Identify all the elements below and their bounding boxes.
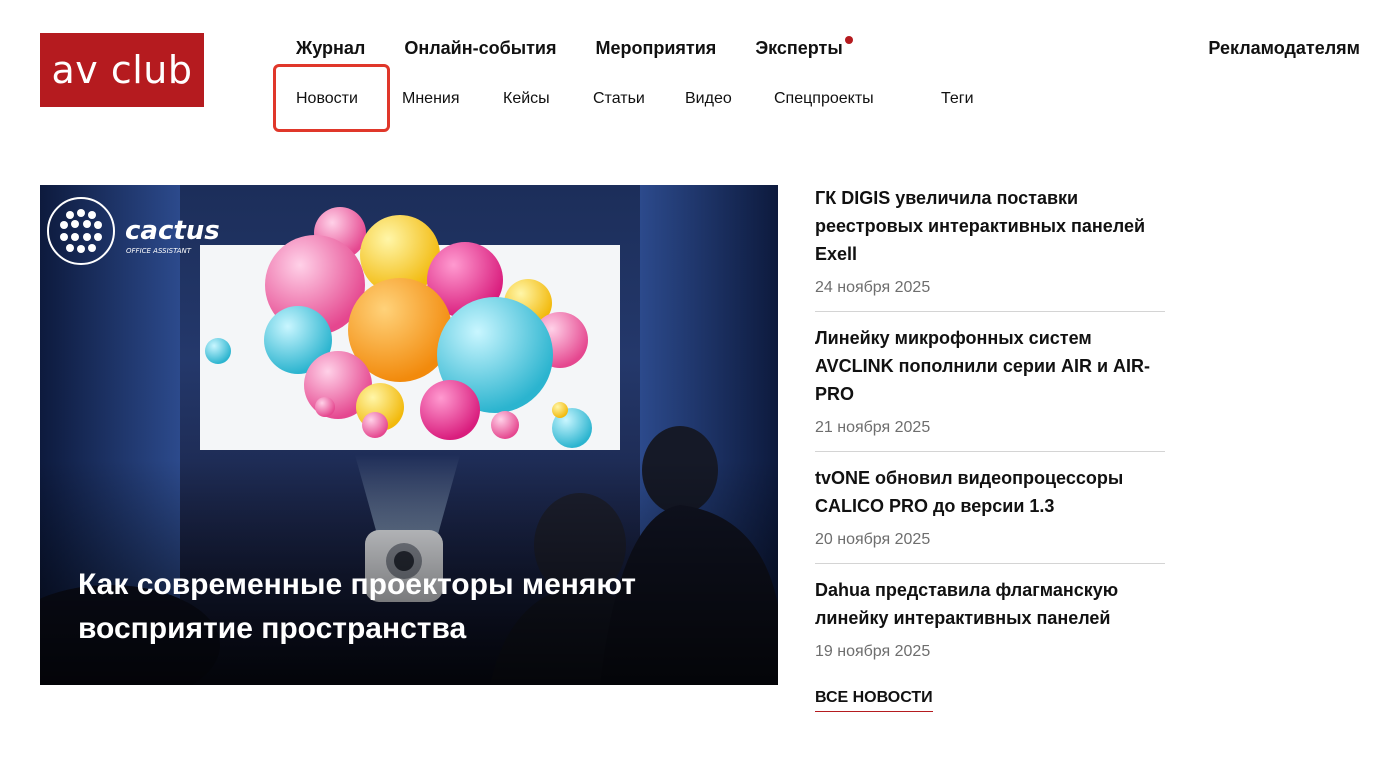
news-item: tvONE обновил видеопроцессоры CALICO PRO… <box>815 464 1165 564</box>
news-title[interactable]: Линейку микрофонных систем AVCLINK попол… <box>815 324 1165 408</box>
nav-journal[interactable]: Журнал <box>296 36 365 60</box>
nav-advertisers[interactable]: Рекламодателям <box>1208 36 1360 60</box>
news-date: 19 ноября 2025 <box>815 643 931 660</box>
news-date: 20 ноября 2025 <box>815 531 931 548</box>
hero-card[interactable]: cactus OFFICE ASSISTANT Как современные … <box>40 185 778 685</box>
news-title[interactable]: Dahua представила флагманскую линейку ин… <box>815 576 1165 632</box>
news-list: ГК DIGIS увеличила поставки реестровых и… <box>815 184 1165 687</box>
subnav-special-projects[interactable]: Спецпроекты <box>774 88 874 110</box>
news-item: ГК DIGIS увеличила поставки реестровых и… <box>815 184 1165 312</box>
hero-title: Как современные проекторы меняют восприя… <box>78 568 636 645</box>
news-item: Dahua представила флагманскую линейку ин… <box>815 576 1165 675</box>
hero-brand-sub: OFFICE ASSISTANT <box>126 247 192 255</box>
hero-brand: cactus <box>125 216 220 246</box>
all-news-link[interactable]: ВСЕ НОВОСТИ <box>815 689 933 712</box>
highlight-box <box>273 64 390 132</box>
subnav-cases[interactable]: Кейсы <box>503 88 550 110</box>
site-logo[interactable]: av club <box>40 33 204 107</box>
news-title[interactable]: tvONE обновил видеопроцессоры CALICO PRO… <box>815 464 1165 520</box>
subnav-articles[interactable]: Статьи <box>593 88 645 110</box>
nav-events[interactable]: Мероприятия <box>596 36 717 60</box>
nav-online-events[interactable]: Онлайн-события <box>404 36 556 60</box>
subnav-opinions[interactable]: Мнения <box>402 88 460 110</box>
news-item: Линейку микрофонных систем AVCLINK попол… <box>815 324 1165 452</box>
news-title[interactable]: ГК DIGIS увеличила поставки реестровых и… <box>815 184 1165 268</box>
subnav-video[interactable]: Видео <box>685 88 732 110</box>
nav-experts[interactable]: Эксперты <box>755 36 853 60</box>
news-date: 24 ноября 2025 <box>815 279 931 296</box>
main-nav: Журнал Онлайн-события Мероприятия Экспер… <box>296 36 882 60</box>
subnav-tags[interactable]: Теги <box>941 88 974 110</box>
nav-experts-label: Эксперты <box>755 38 843 58</box>
notification-dot <box>844 36 853 44</box>
news-date: 21 ноября 2025 <box>815 419 931 436</box>
